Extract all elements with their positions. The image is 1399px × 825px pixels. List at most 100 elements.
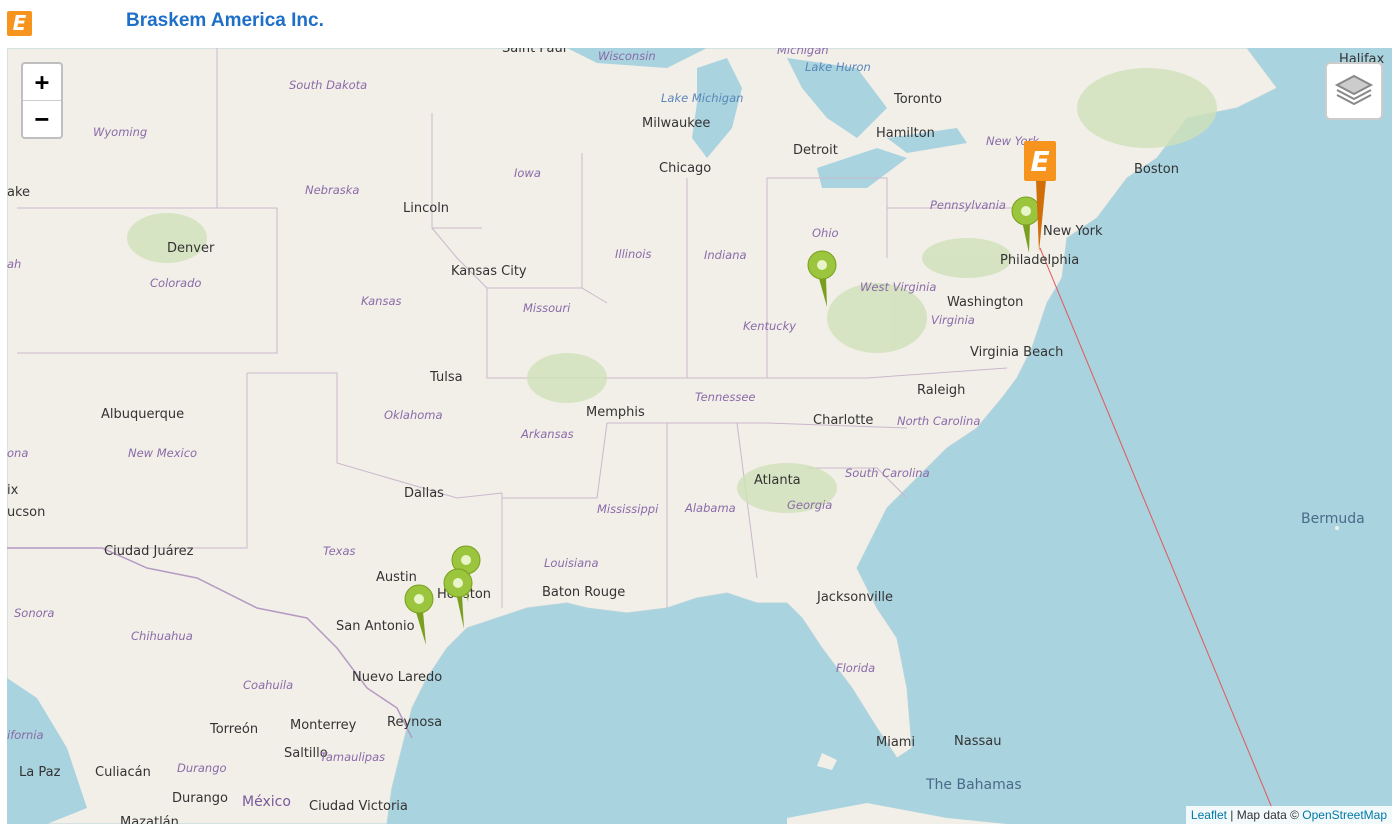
svg-text:Florida: Florida bbox=[836, 661, 875, 675]
svg-text:Indiana: Indiana bbox=[704, 248, 747, 262]
land-north-america bbox=[7, 48, 1278, 824]
svg-text:Louisiana: Louisiana bbox=[544, 556, 599, 570]
svg-text:Lake Michigan: Lake Michigan bbox=[661, 91, 743, 105]
zoom-out-button[interactable]: − bbox=[23, 100, 61, 137]
svg-text:Georgia: Georgia bbox=[787, 498, 832, 512]
route-line bbox=[1039, 247, 1273, 809]
svg-text:Nuevo Laredo: Nuevo Laredo bbox=[352, 670, 442, 685]
svg-text:Toronto: Toronto bbox=[893, 92, 942, 107]
svg-text:Ciudad Victoria: Ciudad Victoria bbox=[309, 799, 408, 814]
svg-text:Culiacán: Culiacán bbox=[95, 765, 151, 780]
svg-text:Raleigh: Raleigh bbox=[917, 383, 965, 398]
page-title: Braskem America Inc. bbox=[126, 10, 324, 31]
svg-text:West Virginia: West Virginia bbox=[860, 280, 936, 294]
land-florida-keys bbox=[817, 753, 837, 770]
country-label-mexico: México bbox=[242, 794, 291, 810]
svg-text:Dallas: Dallas bbox=[404, 486, 444, 501]
svg-text:Virginia: Virginia bbox=[931, 313, 975, 327]
svg-text:Texas: Texas bbox=[323, 544, 356, 558]
svg-text:ix: ix bbox=[7, 483, 19, 498]
svg-text:Arkansas: Arkansas bbox=[520, 427, 574, 441]
svg-text:New York: New York bbox=[1043, 224, 1103, 239]
svg-text:Memphis: Memphis bbox=[586, 405, 645, 420]
svg-text:Charlotte: Charlotte bbox=[813, 413, 873, 428]
svg-text:Missouri: Missouri bbox=[523, 301, 571, 315]
svg-text:ifornia: ifornia bbox=[7, 728, 44, 742]
svg-text:Philadelphia: Philadelphia bbox=[1000, 253, 1079, 268]
svg-text:Denver: Denver bbox=[167, 241, 215, 256]
svg-text:Miami: Miami bbox=[876, 735, 915, 750]
svg-text:Lincoln: Lincoln bbox=[403, 201, 449, 216]
svg-text:Albuquerque: Albuquerque bbox=[101, 407, 184, 422]
svg-text:Kansas: Kansas bbox=[361, 294, 402, 308]
svg-text:South Dakota: South Dakota bbox=[289, 78, 367, 92]
map-view[interactable]: Saint Paul Milwaukee Toronto Hamilton De… bbox=[7, 48, 1392, 824]
svg-text:Virginia Beach: Virginia Beach bbox=[970, 345, 1063, 360]
svg-text:Chihuahua: Chihuahua bbox=[131, 629, 193, 643]
svg-text:Chicago: Chicago bbox=[659, 161, 711, 176]
svg-text:Sonora: Sonora bbox=[14, 606, 54, 620]
svg-text:ona: ona bbox=[7, 446, 28, 460]
land-cuba bbox=[787, 803, 1007, 824]
layers-button[interactable] bbox=[1325, 62, 1383, 120]
svg-text:Reynosa: Reynosa bbox=[387, 715, 442, 730]
page-header: E Braskem America Inc. bbox=[0, 0, 1399, 48]
svg-text:Kentucky: Kentucky bbox=[743, 319, 796, 333]
svg-text:Mississippi: Mississippi bbox=[597, 502, 659, 516]
svg-text:Pennsylvania: Pennsylvania bbox=[930, 198, 1006, 212]
svg-text:Milwaukee: Milwaukee bbox=[642, 116, 710, 131]
svg-text:Tennessee: Tennessee bbox=[695, 390, 755, 404]
svg-text:Illinois: Illinois bbox=[615, 247, 652, 261]
svg-text:Oklahoma: Oklahoma bbox=[384, 408, 443, 422]
leaflet-link[interactable]: Leaflet bbox=[1191, 808, 1227, 822]
svg-text:Tamaulipas: Tamaulipas bbox=[320, 750, 385, 764]
svg-text:Colorado: Colorado bbox=[150, 276, 201, 290]
svg-text:Washington: Washington bbox=[947, 295, 1023, 310]
svg-text:Wyoming: Wyoming bbox=[93, 125, 147, 139]
svg-text:Boston: Boston bbox=[1134, 162, 1179, 177]
svg-text:Iowa: Iowa bbox=[514, 166, 541, 180]
attribution-separator: | Map data © bbox=[1226, 808, 1303, 822]
svg-text:Torreón: Torreón bbox=[209, 722, 258, 737]
svg-text:Saint Paul: Saint Paul bbox=[502, 48, 566, 56]
svg-text:Durango: Durango bbox=[172, 791, 228, 806]
svg-text:Ohio: Ohio bbox=[812, 226, 839, 240]
svg-text:North Carolina: North Carolina bbox=[897, 414, 980, 428]
svg-text:Alabama: Alabama bbox=[684, 501, 736, 515]
svg-text:Baton Rouge: Baton Rouge bbox=[542, 585, 625, 600]
svg-text:Ciudad Juárez: Ciudad Juárez bbox=[104, 544, 194, 559]
layers-icon bbox=[1334, 74, 1374, 106]
svg-text:Tulsa: Tulsa bbox=[429, 370, 463, 385]
svg-text:Hamilton: Hamilton bbox=[876, 126, 935, 141]
svg-text:La Paz: La Paz bbox=[19, 765, 61, 780]
svg-text:Wisconsin: Wisconsin bbox=[598, 49, 656, 63]
svg-text:Michigan: Michigan bbox=[777, 48, 829, 57]
island-label-bahamas: The Bahamas bbox=[925, 777, 1022, 793]
svg-text:New Mexico: New Mexico bbox=[128, 446, 197, 460]
svg-text:Nebraska: Nebraska bbox=[305, 183, 359, 197]
svg-text:Nassau: Nassau bbox=[954, 734, 1001, 749]
svg-text:Coahuila: Coahuila bbox=[243, 678, 293, 692]
island-label-bermuda: Bermuda bbox=[1301, 511, 1365, 527]
svg-text:ah: ah bbox=[7, 257, 21, 271]
svg-text:Mazatlán: Mazatlán bbox=[120, 815, 179, 824]
zoom-control: + − bbox=[21, 62, 63, 139]
company-logo-icon: E bbox=[7, 11, 32, 36]
openstreetmap-link[interactable]: OpenStreetMap bbox=[1302, 808, 1387, 822]
svg-text:South Carolina: South Carolina bbox=[845, 466, 930, 480]
svg-text:Lake Huron: Lake Huron bbox=[805, 60, 871, 74]
svg-text:Jacksonville: Jacksonville bbox=[816, 590, 893, 605]
svg-text:Atlanta: Atlanta bbox=[754, 473, 801, 488]
svg-text:Durango: Durango bbox=[177, 761, 227, 775]
map-tiles: Saint Paul Milwaukee Toronto Hamilton De… bbox=[7, 48, 1385, 824]
svg-text:ake: ake bbox=[7, 185, 30, 200]
svg-text:Detroit: Detroit bbox=[793, 143, 838, 158]
svg-text:E: E bbox=[1030, 145, 1049, 178]
svg-text:Monterrey: Monterrey bbox=[290, 718, 357, 733]
svg-text:Austin: Austin bbox=[376, 570, 417, 585]
svg-text:ucson: ucson bbox=[7, 505, 45, 520]
map-attribution: Leaflet | Map data © OpenStreetMap bbox=[1185, 806, 1392, 824]
svg-text:Kansas City: Kansas City bbox=[451, 264, 527, 279]
zoom-in-button[interactable]: + bbox=[23, 64, 61, 100]
svg-text:San Antonio: San Antonio bbox=[336, 619, 415, 634]
